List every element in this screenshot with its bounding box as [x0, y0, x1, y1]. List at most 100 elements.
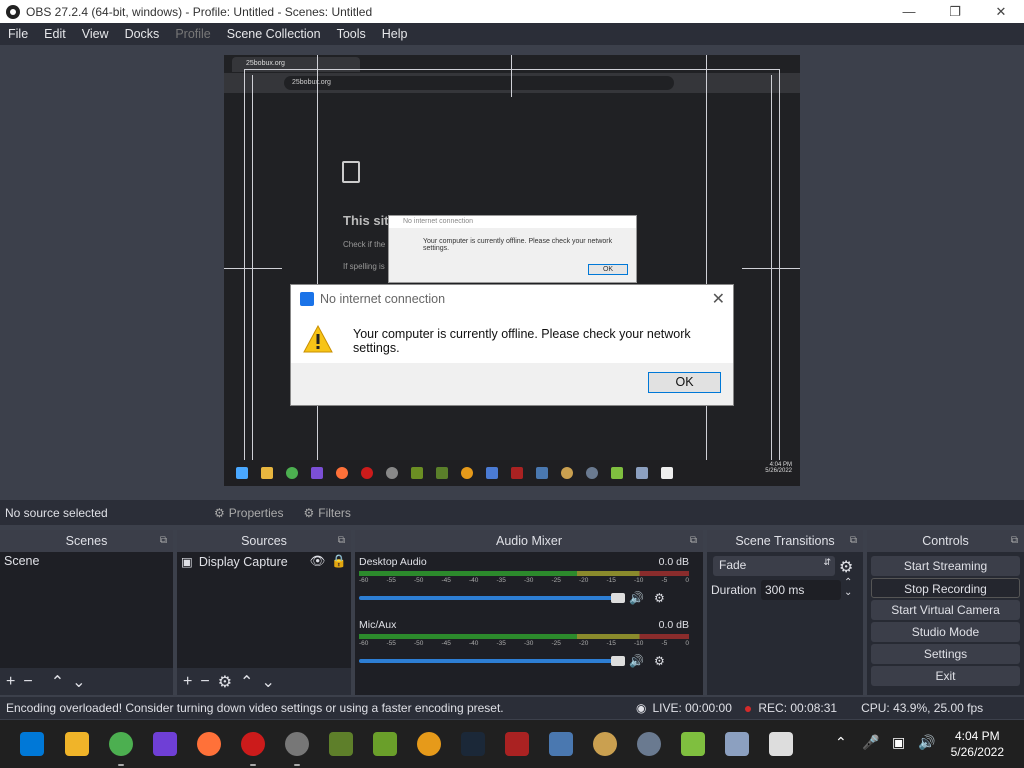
speaker-icon[interactable]: 🔊	[629, 591, 644, 605]
source-item[interactable]: ▣ Display Capture 👁 🔒	[177, 552, 351, 571]
minimize-button[interactable]: —	[886, 0, 932, 23]
menu-view[interactable]: View	[74, 27, 117, 41]
dialog-close-icon[interactable]: ✕	[712, 289, 725, 309]
start-virtual-camera-button[interactable]: Start Virtual Camera	[871, 600, 1020, 620]
menu-docks[interactable]: Docks	[117, 27, 168, 41]
app-icon[interactable]	[373, 732, 397, 756]
start-streaming-button[interactable]: Start Streaming	[871, 556, 1020, 576]
move-up-icon[interactable]: ⌃	[240, 672, 253, 692]
microphone-icon[interactable]: 🎤	[862, 734, 879, 751]
undock-icon[interactable]: ⧉	[1011, 530, 1018, 552]
undock-icon[interactable]: ⧉	[690, 530, 697, 552]
volume-handle[interactable]	[611, 593, 625, 603]
transitions-header: Scene Transitions ⧉	[707, 530, 863, 552]
duration-input[interactable]: 300 ms	[761, 580, 841, 600]
app-icon[interactable]	[681, 732, 705, 756]
lock-icon[interactable]: 🔒	[331, 554, 347, 569]
guide-line	[244, 69, 245, 469]
settings-button[interactable]: Settings	[871, 644, 1020, 664]
dialog-message: Your computer is currently offline. Plea…	[353, 327, 691, 355]
file-explorer-icon[interactable]	[65, 732, 89, 756]
undock-icon[interactable]: ⧉	[338, 530, 345, 552]
maximize-button[interactable]: ❐	[932, 0, 978, 23]
channel-db: 0.0 dB	[658, 556, 689, 568]
network-icon[interactable]: ▣	[892, 734, 905, 751]
chrome-icon[interactable]	[109, 732, 133, 756]
move-down-icon[interactable]: ⌄	[72, 672, 85, 692]
close-button[interactable]: ✕	[978, 0, 1024, 23]
no-internet-dialog: No internet connection ✕ Your computer i…	[290, 284, 734, 406]
exit-button[interactable]: Exit	[871, 666, 1020, 686]
scene-item[interactable]: Scene	[0, 552, 173, 570]
record-icon: ●	[743, 700, 753, 716]
obs-icon	[386, 467, 398, 479]
duration-label: Duration	[711, 583, 757, 597]
gear-icon[interactable]: ⚙	[218, 672, 232, 692]
menu-scene-collection[interactable]: Scene Collection	[219, 27, 329, 41]
inner-dialog-message: Your computer is currently offline. Plea…	[423, 238, 613, 252]
menu-edit[interactable]: Edit	[36, 27, 74, 41]
search-app-icon[interactable]	[417, 732, 441, 756]
menu-bar: File Edit View Docks Profile Scene Colle…	[0, 23, 1024, 45]
gear-icon[interactable]: ⚙	[654, 654, 665, 668]
meter-tick: -10	[634, 640, 644, 647]
search-icon	[461, 467, 473, 479]
preview-canvas[interactable]: 25bobux.org 25bobux.org This sit Check i…	[224, 55, 800, 486]
app-icon[interactable]	[505, 732, 529, 756]
guide-line	[771, 75, 772, 464]
channel-db: 0.0 dB	[658, 619, 689, 631]
page-line-2: If spelling is	[343, 262, 385, 271]
app-icon[interactable]	[329, 732, 353, 756]
app-icon	[636, 467, 648, 479]
channel-name: Desktop Audio	[359, 556, 427, 568]
eye-icon[interactable]: 👁	[310, 554, 326, 569]
menu-file[interactable]: File	[0, 27, 36, 41]
undock-icon[interactable]: ⧉	[160, 530, 167, 552]
meter-tick: -55	[386, 577, 396, 584]
firefox-icon	[336, 467, 348, 479]
windows-start-icon[interactable]	[20, 732, 44, 756]
transition-select[interactable]: Fade ⇵	[713, 556, 835, 576]
volume-icon[interactable]: 🔊	[918, 734, 935, 751]
add-icon[interactable]: +	[183, 673, 192, 691]
meter-tick: -15	[606, 640, 616, 647]
app-icon[interactable]	[593, 732, 617, 756]
stepper-icon[interactable]: ⌃ ⌄	[844, 578, 852, 598]
studio-mode-button[interactable]: Studio Mode	[871, 622, 1020, 642]
guide-line	[706, 55, 707, 486]
app-icon[interactable]	[769, 732, 793, 756]
steam-icon[interactable]	[461, 732, 485, 756]
firefox-icon[interactable]	[197, 732, 221, 756]
gear-icon[interactable]: ⚙	[839, 557, 853, 577]
volume-slider[interactable]	[359, 656, 625, 666]
menu-tools[interactable]: Tools	[329, 27, 374, 41]
menu-help[interactable]: Help	[374, 27, 416, 41]
dialog-ok-button[interactable]: OK	[648, 372, 721, 393]
monitor-icon: ▣	[181, 555, 193, 569]
speaker-icon[interactable]: 🔊	[629, 654, 644, 668]
mixer-header: Audio Mixer ⧉	[355, 530, 703, 552]
guide-line	[779, 69, 780, 469]
remove-icon[interactable]: −	[23, 673, 32, 691]
add-icon[interactable]: +	[6, 673, 15, 691]
undock-icon[interactable]: ⧉	[850, 530, 857, 552]
status-bar: Encoding overloaded! Consider turning do…	[0, 697, 1024, 719]
filters-label: Filters	[318, 505, 351, 520]
stop-recording-button[interactable]: Stop Recording	[871, 578, 1020, 598]
taskbar-clock[interactable]: 4:04 PM 5/26/2022	[951, 728, 1004, 760]
app-icon[interactable]	[637, 732, 661, 756]
volume-handle[interactable]	[611, 656, 625, 666]
gear-icon[interactable]: ⚙	[654, 591, 665, 605]
volume-slider[interactable]	[359, 593, 625, 603]
meter-tick: 0	[685, 577, 689, 584]
chevron-up-icon[interactable]: ⌃	[835, 734, 847, 751]
obs-icon[interactable]	[285, 732, 309, 756]
opera-icon[interactable]	[241, 732, 265, 756]
app-icon[interactable]	[549, 732, 573, 756]
move-down-icon[interactable]: ⌄	[261, 672, 274, 692]
move-up-icon[interactable]: ⌃	[51, 672, 64, 692]
remove-icon[interactable]: −	[200, 673, 209, 691]
app-icon[interactable]	[153, 732, 177, 756]
app-icon[interactable]	[725, 732, 749, 756]
inner-dialog-title: No internet connection	[389, 216, 636, 228]
